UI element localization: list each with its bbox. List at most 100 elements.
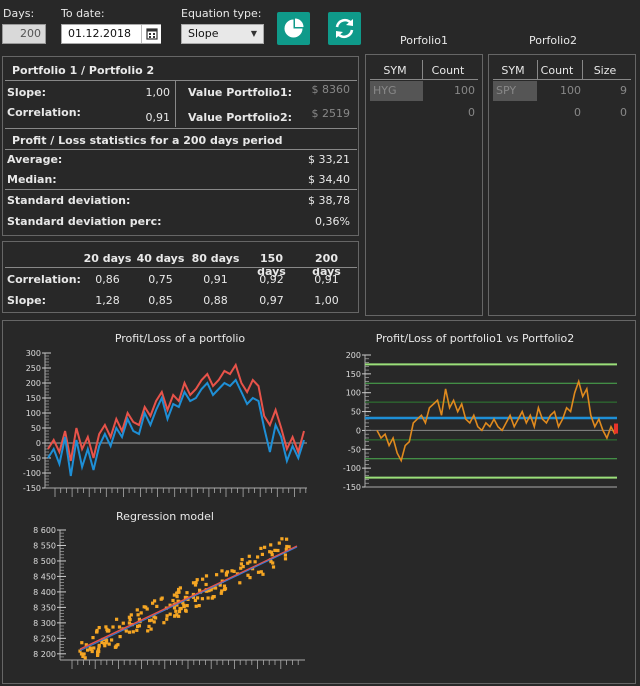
average-value: $ 33,21 — [308, 153, 350, 166]
scatter-point — [238, 581, 242, 585]
scatter-point — [111, 625, 115, 629]
y-tick-label: 8 350 — [33, 603, 56, 612]
scatter-point — [96, 650, 100, 654]
scatter-point — [185, 604, 189, 608]
scatter-point — [220, 589, 224, 593]
scatter-point — [131, 630, 135, 634]
scatter-point — [106, 629, 110, 633]
scatter-point — [135, 628, 139, 632]
correlation-label: Correlation: — [7, 106, 81, 119]
p2-size-value[interactable]: 9 — [585, 84, 627, 97]
scatter-point — [90, 649, 94, 654]
period-header: 40 days — [136, 252, 185, 265]
refresh-button[interactable] — [328, 12, 361, 45]
fit-line — [79, 545, 298, 650]
p2-count-value[interactable]: 100 — [535, 84, 581, 97]
y-tick-label: 150 — [26, 394, 41, 403]
scatter-point — [247, 554, 251, 558]
scatter-point — [177, 590, 181, 594]
period-slope-value: 0,97 — [259, 294, 284, 307]
p1-sym-value: HYG — [373, 84, 397, 97]
chevron-down-icon: ▼ — [250, 29, 257, 38]
pl-title: Profit / Loss statistics for a 200 days … — [12, 134, 283, 147]
p1-count-value[interactable]: 0 — [425, 106, 475, 119]
period-correlation-value: 0,75 — [148, 273, 173, 286]
scatter-point — [172, 606, 177, 610]
period-slope-value: 1,00 — [314, 294, 339, 307]
scatter-point — [263, 545, 267, 549]
scatter-point — [135, 608, 139, 612]
y-tick-label: 250 — [26, 364, 41, 373]
p1-col-count: Count — [431, 64, 465, 77]
y-tick-label: 300 — [26, 349, 41, 358]
scatter-point — [204, 582, 208, 587]
scatter-point — [145, 607, 149, 611]
scatter-point — [271, 565, 276, 569]
scatter-point — [210, 596, 214, 600]
p2-col-size: Size — [593, 64, 617, 77]
scatter-point — [185, 591, 189, 595]
scatter-point — [110, 638, 114, 642]
scatter-point — [184, 608, 188, 612]
pie-chart-button[interactable] — [277, 12, 310, 45]
scatter-point — [159, 597, 163, 601]
scatter-point — [86, 648, 90, 652]
period-correlation-label: Correlation: — [7, 273, 81, 286]
period-slope-value: 0,85 — [148, 294, 173, 307]
scatter-point — [155, 604, 159, 608]
scatter-point — [153, 599, 157, 603]
pl-chart: -150 -100 -50 0 50 100 150 200 250 300 — [23, 349, 307, 497]
regression-chart-title: Regression model — [116, 510, 214, 523]
scatter-point — [104, 625, 108, 629]
std-label: Standard deviation: — [7, 194, 131, 207]
median-label: Median: — [7, 173, 57, 186]
p2-size-value[interactable]: 0 — [585, 106, 627, 119]
scatter-point — [174, 609, 178, 613]
value-p1-label: Value Portfolio1: — [188, 86, 293, 99]
p2-count-value[interactable]: 0 — [535, 106, 581, 119]
scatter-point — [127, 621, 131, 625]
scatter-point — [107, 642, 111, 646]
scatter-point — [117, 625, 122, 629]
y-tick-label: -50 — [28, 454, 41, 463]
scatter-point — [269, 550, 274, 554]
days-input[interactable]: 200 — [2, 24, 46, 44]
scatter-point — [146, 629, 150, 633]
calendar-icon[interactable] — [141, 25, 161, 43]
scatter-point — [175, 595, 179, 599]
period-correlation-value: 0,91 — [314, 273, 339, 286]
scatter-point — [253, 560, 257, 564]
scatter-point — [97, 643, 101, 647]
plvs-chart: -150 -100 -50 0 50 100 150 200 — [343, 351, 618, 492]
y-tick-label: 0 — [356, 426, 361, 435]
scatter-point — [95, 630, 99, 634]
average-label: Average: — [7, 153, 63, 166]
y-tick-label: 8 300 — [33, 619, 56, 628]
stdperc-label: Standard deviation perc: — [7, 215, 162, 228]
scatter-point — [273, 548, 277, 552]
scatter-point — [115, 617, 119, 621]
scatter-point — [168, 612, 172, 616]
y-tick-label: 8 550 — [33, 541, 56, 550]
y-tick-label: 8 600 — [33, 526, 56, 535]
scatter-point — [114, 645, 118, 649]
scatter-point — [256, 555, 260, 559]
scatter-point — [280, 537, 284, 541]
scatter-point — [165, 617, 169, 621]
p1-count-value[interactable]: 100 — [425, 84, 475, 97]
scatter-point — [276, 548, 280, 553]
scatter-point — [195, 578, 199, 582]
period-slope-label: Slope: — [7, 294, 46, 307]
y-tick-label: 8 500 — [33, 557, 56, 566]
period-correlation-value: 0,91 — [203, 273, 228, 286]
pie-chart-icon — [284, 18, 304, 38]
y-tick-label: 200 — [346, 351, 361, 360]
scatter-point — [127, 630, 132, 634]
pl-chart-title: Profit/Loss of a portfolio — [114, 332, 246, 345]
scatter-point — [246, 573, 250, 577]
eqtype-label: Equation type: — [181, 7, 262, 20]
scatter-point — [224, 571, 229, 575]
eqtype-select[interactable]: Slope ▼ — [181, 24, 264, 44]
scatter-point — [80, 641, 84, 645]
scatter-point — [285, 544, 289, 549]
